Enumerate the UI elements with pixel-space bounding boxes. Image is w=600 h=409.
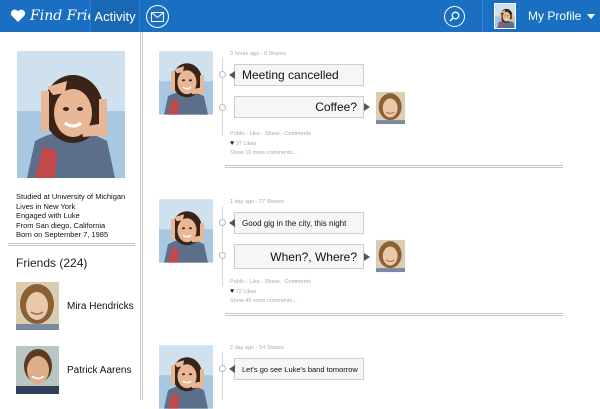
friends-heading: Friends (224) (16, 256, 88, 270)
envelope-icon (151, 11, 164, 22)
post-actions: Public - Like - Share - Comments ♥ 37 Li… (230, 130, 311, 158)
friend-name[interactable]: Patrick Aarens (67, 365, 131, 376)
my-profile-label: My Profile (528, 9, 582, 23)
friend-avatar[interactable] (16, 282, 59, 330)
bio-line: Born on September 7, 1985 (16, 230, 109, 239)
likes-count: 37 Likes (235, 141, 257, 147)
post-message: Meeting cancelled (229, 64, 364, 86)
post-timeline (222, 206, 223, 286)
heart-icon[interactable]: ♥ (230, 140, 234, 147)
post-separator (225, 313, 563, 316)
top-navigation-bar: Find Friends Activity My Profile (0, 0, 600, 32)
timeline-dot (219, 104, 226, 111)
chevron-down-icon (587, 13, 596, 19)
friend-name[interactable]: Mira Hendricks (67, 301, 134, 312)
post-action-links[interactable]: Public - Like - Share - Comments (230, 130, 311, 139)
post-timeline (222, 58, 223, 136)
post-meta: 1 day ago - 27 Shares (230, 199, 285, 205)
post-separator (225, 165, 563, 168)
post-author-photo[interactable] (159, 199, 213, 263)
bio-line: Lives in New York (16, 201, 76, 211)
reply-author-photo[interactable] (376, 91, 405, 125)
reply-message: Coffee? (234, 96, 370, 118)
timeline-dot (219, 365, 226, 372)
timeline-dot (219, 71, 226, 78)
post-author-photo[interactable] (159, 51, 213, 115)
show-more-comments[interactable]: Show 45 more comments... (230, 297, 311, 306)
likes-count: 72 Likes (235, 289, 257, 295)
profile-photo[interactable] (17, 51, 125, 178)
reply-message: When?, Where? (234, 244, 370, 269)
search-button[interactable] (444, 6, 465, 27)
user-avatar[interactable] (494, 3, 516, 29)
post-action-links[interactable]: Public - Like - Share - Comments (230, 278, 311, 287)
friend-list-item[interactable]: Mira Hendricks (16, 282, 134, 330)
post-author-photo[interactable] (159, 345, 213, 409)
bio-line: Engaged with Luke (16, 211, 80, 220)
post-meta: 3 hours ago - 0 Shares (230, 51, 286, 57)
profile-bio: Studied at University of Michigan Lives … (16, 192, 136, 240)
heart-icon[interactable]: ♥ (230, 288, 234, 295)
sidebar-separator (8, 243, 135, 246)
bio-line: Studied at University of Michigan (16, 192, 126, 201)
post-actions: Public - Like - Share - Comments ♥ 72 Li… (230, 278, 311, 306)
post-meta: 2 day ago - 54 Shares (230, 345, 285, 351)
reply-author-photo[interactable] (376, 239, 405, 273)
friend-list-item[interactable]: Patrick Aarens (16, 346, 131, 394)
nav-divider (482, 0, 483, 32)
search-icon (449, 11, 460, 22)
post-message: Let's go see Luke's band tomorrow (229, 358, 364, 380)
heart-icon (10, 9, 26, 22)
show-more-comments[interactable]: Show 16 more comments... (230, 149, 311, 158)
timeline-dot (219, 252, 226, 259)
timeline-dot (219, 219, 226, 226)
post-message: Good gig in the city, this night (229, 212, 364, 234)
my-profile-menu[interactable]: My Profile (528, 0, 596, 32)
activity-tab[interactable]: Activity (90, 0, 140, 32)
friend-avatar[interactable] (16, 346, 59, 394)
sidebar-divider (140, 32, 143, 400)
messages-button[interactable] (146, 5, 169, 28)
bio-line: From San diego, California (16, 220, 106, 230)
post-timeline (222, 352, 223, 400)
